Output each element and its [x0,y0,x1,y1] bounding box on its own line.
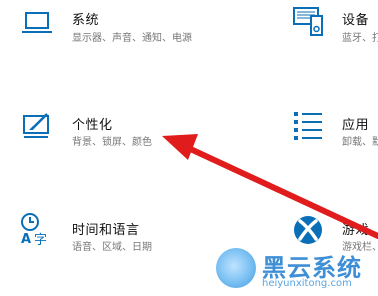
watermark-url: heiyunxitong.com [262,278,352,289]
watermark-logo-icon [216,248,256,288]
